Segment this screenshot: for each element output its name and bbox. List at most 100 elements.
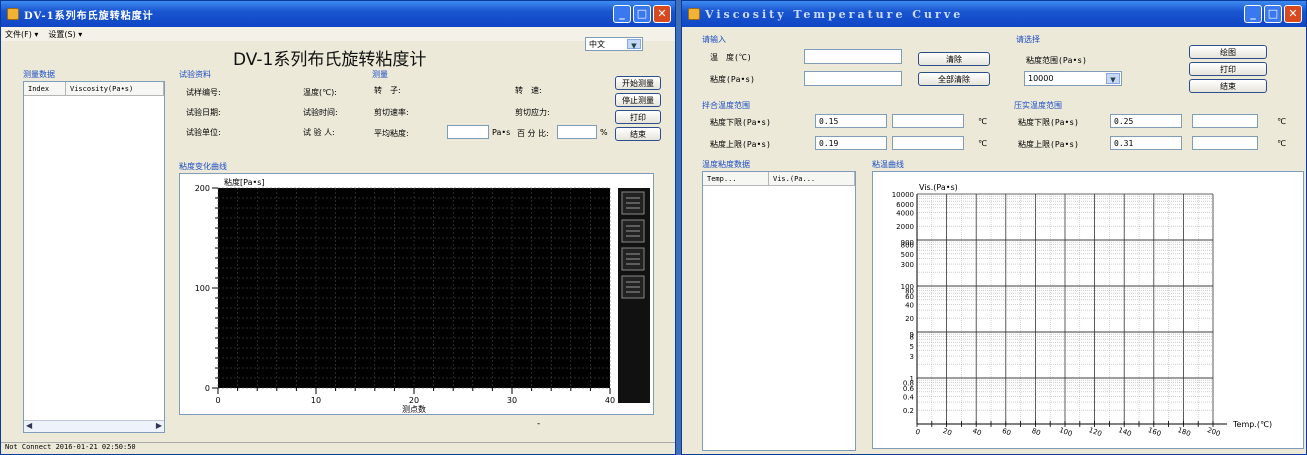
draw-button[interactable]: 绘图 xyxy=(1189,45,1267,59)
x-tick-label: 120 xyxy=(1088,426,1103,438)
print-button-2[interactable]: 打印 xyxy=(1189,62,1267,76)
x-tick-label: 140 xyxy=(1117,426,1132,438)
viscosity-input[interactable] xyxy=(804,71,902,86)
avg-viscosity-field[interactable] xyxy=(447,125,489,139)
viscosity-range-select[interactable]: 10000 ▼ xyxy=(1024,71,1122,86)
x-tick-label: 40 xyxy=(605,396,615,405)
menu-file[interactable]: 文件(F) ▾ xyxy=(5,29,38,40)
column-header-index[interactable]: Index xyxy=(24,82,66,95)
end-button-2[interactable]: 结束 xyxy=(1189,79,1267,93)
temperature-input[interactable] xyxy=(804,49,902,64)
x-axis-label: Temp.(℃) xyxy=(1232,420,1272,429)
menu-settings[interactable]: 设置(S) ▾ xyxy=(48,29,82,40)
comp-lower-field[interactable]: 0.25 xyxy=(1110,114,1182,128)
curve-group-label: 粘度变化曲线 xyxy=(179,162,227,171)
speed-label: 转 速: xyxy=(515,86,542,95)
input-group-label: 请输入 xyxy=(702,35,726,44)
x-tick-label: 200 xyxy=(1206,426,1221,438)
shear-rate-label: 剪切速率: xyxy=(374,108,409,117)
print-button[interactable]: 打印 xyxy=(615,110,661,124)
viscosity-temperature-chart: 1000060004000200090080050030010080604020… xyxy=(892,183,1272,438)
y-tick-label: 200 xyxy=(195,184,210,193)
choose-group-label: 请选择 xyxy=(1016,35,1040,44)
clear-button[interactable]: 清除 xyxy=(918,52,990,66)
app-icon-2 xyxy=(688,8,700,20)
shear-stress-label: 剪切应力: xyxy=(515,108,550,117)
chevron-down-icon[interactable]: ▼ xyxy=(627,39,641,50)
data-group-label: 温度粘度数据 xyxy=(702,160,750,169)
mix-lower-temp-field[interactable] xyxy=(892,114,964,128)
comp-upper-field[interactable]: 0.31 xyxy=(1110,136,1182,150)
test-date-label: 试验日期: xyxy=(186,108,221,117)
x-tick-label: 20 xyxy=(409,396,419,405)
app-icon xyxy=(7,8,19,20)
y-tick-label: 800 xyxy=(901,241,914,249)
y-axis-label: Vis.(Pa•s) xyxy=(919,183,958,192)
title-bar-2[interactable]: Viscosity Temperature Curve _ □ ✕ xyxy=(682,1,1306,27)
percent-field[interactable] xyxy=(557,125,597,139)
y-tick-label: 3 xyxy=(910,353,914,361)
minimize-button[interactable]: _ xyxy=(613,5,631,23)
mix-lower-field[interactable]: 0.15 xyxy=(815,114,887,128)
window-title: DV-1系列布氏旋转粘度计 xyxy=(24,10,154,22)
x-axis-label: 测点数 xyxy=(402,404,426,414)
comp-upper-temp-field[interactable] xyxy=(1192,136,1258,150)
end-button[interactable]: 结束 xyxy=(615,127,661,141)
x-tick-label: 30 xyxy=(507,396,517,405)
chevron-down-icon[interactable]: ▼ xyxy=(1106,73,1120,84)
scroll-left-icon[interactable]: ◀ xyxy=(26,421,32,430)
percent-symbol: % xyxy=(600,128,608,137)
y-tick-label: 0.2 xyxy=(903,407,914,415)
y-tick-label: 5 xyxy=(910,343,914,351)
stop-measure-button[interactable]: 停止测量 xyxy=(615,93,661,107)
clear-all-button[interactable]: 全部清除 xyxy=(918,72,990,86)
column-header-temp[interactable]: Temp... xyxy=(703,172,769,185)
column-header-vis[interactable]: Vis.(Pa... xyxy=(769,172,855,185)
comp-lower-temp-field[interactable] xyxy=(1192,114,1258,128)
title-bar[interactable]: DV-1系列布氏旋转粘度计 _ □ ✕ xyxy=(1,1,675,27)
separator-dash: - xyxy=(537,419,541,429)
test-time-label: 试验时间: xyxy=(303,108,338,117)
sample-no-label: 试样编号: xyxy=(186,88,221,97)
y-tick-label: 2000 xyxy=(896,223,914,231)
y-tick-label: 0 xyxy=(205,384,210,393)
viscosity-chart: 0 10 20 30 40 0 100 200 粘度[Pa•s] 测点数 xyxy=(195,177,650,414)
menu-bar: 文件(F) ▾ 设置(S) ▾ xyxy=(1,27,675,41)
maximize-button-2[interactable]: □ xyxy=(1264,5,1282,23)
rotor-label: 转 子: xyxy=(374,86,401,95)
scroll-right-icon[interactable]: ▶ xyxy=(156,421,162,430)
y-tick-label: 4000 xyxy=(896,209,914,217)
range-value: 10000 xyxy=(1028,74,1054,83)
x-tick-label: 160 xyxy=(1147,426,1162,438)
y-tick-label: 20 xyxy=(905,315,914,323)
language-select[interactable]: 中文 ▼ xyxy=(585,37,643,51)
column-header-viscosity[interactable]: Viscosity(Pa•s) xyxy=(66,82,164,95)
mix-lower-deg: ℃ xyxy=(978,117,987,126)
start-measure-button[interactable]: 开始测量 xyxy=(615,76,661,90)
y-tick-label: 300 xyxy=(901,261,914,269)
mix-upper-field[interactable]: 0.19 xyxy=(815,136,887,150)
pas-unit-label: Pa•s xyxy=(492,128,511,137)
minimize-button-2[interactable]: _ xyxy=(1244,5,1262,23)
mix-upper-temp-field[interactable] xyxy=(892,136,964,150)
window-title-2: Viscosity Temperature Curve xyxy=(705,7,964,21)
maximize-button[interactable]: □ xyxy=(633,5,651,23)
comp-upper-deg: ℃ xyxy=(1277,139,1286,148)
visc-label: 粘度(Pa•s) xyxy=(710,75,755,84)
viscosity-temperature-panel: 10000 6000 4000 2000 900 800 500 300 100 80 60 40 20… xyxy=(872,171,1304,449)
x-tick-label: 0 xyxy=(215,396,220,405)
mix-upper-deg: ℃ xyxy=(978,139,987,148)
range-label: 粘度范围(Pa•s) xyxy=(1026,56,1087,65)
close-button[interactable]: ✕ xyxy=(653,5,671,23)
horizontal-scrollbar[interactable]: ◀ ▶ xyxy=(24,420,164,432)
y-tick-label: 60 xyxy=(905,293,914,301)
mix-upper-label: 粘度上限(Pa•s) xyxy=(710,140,771,149)
temperature-label: 温度(℃): xyxy=(303,88,337,97)
close-button-2[interactable]: ✕ xyxy=(1284,5,1302,23)
tester-label: 试 验 人: xyxy=(303,128,335,137)
measurement-list[interactable]: Index Viscosity(Pa•s) ◀ ▶ xyxy=(23,81,165,433)
x-tick-label: 10 xyxy=(311,396,321,405)
y-tick-label: 8 xyxy=(910,333,914,341)
temp-visc-list[interactable]: Temp... Vis.(Pa... xyxy=(702,171,856,451)
test-info-group-label: 试验资料 xyxy=(179,70,211,79)
